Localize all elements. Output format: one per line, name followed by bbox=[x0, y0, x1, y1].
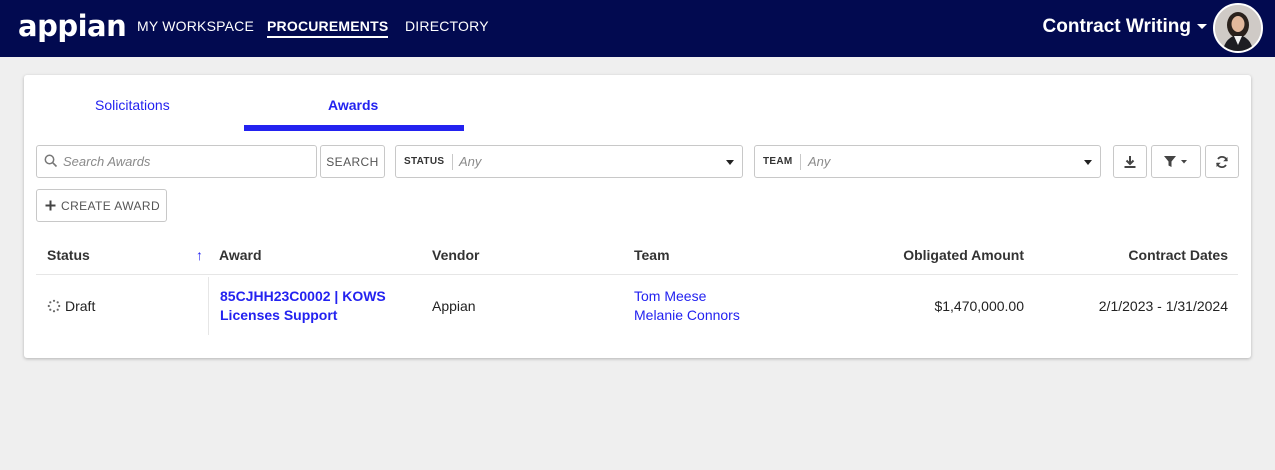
search-placeholder: Search Awards bbox=[63, 154, 151, 169]
column-header-status[interactable]: Status bbox=[47, 247, 90, 263]
column-header-team[interactable]: Team bbox=[634, 247, 670, 263]
header-divider bbox=[36, 274, 1238, 275]
top-nav-bar: appian MY WORKSPACE PROCUREMENTS DIRECTO… bbox=[0, 0, 1275, 57]
nav-directory[interactable]: DIRECTORY bbox=[405, 18, 489, 34]
status-value: Draft bbox=[65, 298, 96, 314]
tab-solicitations[interactable]: Solicitations bbox=[95, 97, 170, 113]
site-name-label: Contract Writing bbox=[1042, 16, 1191, 37]
plus-icon bbox=[45, 200, 56, 211]
nav-procurements[interactable]: PROCUREMENTS bbox=[267, 18, 389, 38]
awards-card: Solicitations Awards Search Awards SEARC… bbox=[24, 75, 1251, 358]
refresh-icon bbox=[1216, 155, 1228, 168]
team-member-link[interactable]: Melanie Connors bbox=[634, 307, 740, 323]
team-member-link[interactable]: Tom Meese bbox=[634, 288, 740, 304]
draft-status-icon bbox=[47, 299, 61, 313]
divider bbox=[452, 154, 453, 170]
chevron-down-icon bbox=[1084, 160, 1092, 165]
column-divider bbox=[208, 277, 209, 335]
user-avatar[interactable] bbox=[1213, 3, 1263, 53]
award-link[interactable]: 85CJHH23C0002 | KOWS Licenses Support bbox=[220, 288, 386, 323]
team-cell: Tom Meese Melanie Connors bbox=[634, 288, 740, 323]
refresh-button[interactable] bbox=[1205, 145, 1239, 178]
column-header-obligated-amount[interactable]: Obligated Amount bbox=[824, 247, 1024, 263]
filter-icon bbox=[1164, 155, 1187, 167]
team-filter-dropdown[interactable]: TEAM Any bbox=[754, 145, 1101, 178]
search-icon bbox=[44, 154, 58, 173]
active-tab-indicator bbox=[244, 125, 464, 131]
column-header-award[interactable]: Award bbox=[219, 247, 262, 263]
nav-my-workspace[interactable]: MY WORKSPACE bbox=[137, 18, 254, 34]
appian-logo[interactable]: appian bbox=[18, 9, 127, 43]
contract-dates-cell: 2/1/2023 - 1/31/2024 bbox=[1098, 298, 1228, 314]
search-button[interactable]: SEARCH bbox=[320, 145, 385, 178]
vendor-cell: Appian bbox=[432, 298, 476, 314]
chevron-down-icon bbox=[726, 160, 734, 165]
sort-ascending-icon[interactable]: ↑ bbox=[196, 247, 203, 263]
search-input[interactable]: Search Awards bbox=[36, 145, 317, 178]
caret-down-icon bbox=[1197, 24, 1207, 30]
team-filter-value: Any bbox=[808, 154, 831, 169]
tab-awards[interactable]: Awards bbox=[328, 97, 378, 113]
filter-menu-button[interactable] bbox=[1151, 145, 1201, 178]
download-button[interactable] bbox=[1113, 145, 1147, 178]
column-header-vendor[interactable]: Vendor bbox=[432, 247, 479, 263]
team-filter-label: TEAM bbox=[763, 156, 793, 167]
site-switcher[interactable]: Contract Writing bbox=[1043, 16, 1207, 38]
column-header-contract-dates[interactable]: Contract Dates bbox=[1028, 247, 1228, 263]
obligated-amount-cell: $1,470,000.00 bbox=[934, 298, 1024, 314]
create-award-button[interactable]: CREATE AWARD bbox=[36, 189, 167, 222]
divider bbox=[800, 154, 801, 170]
status-filter-dropdown[interactable]: STATUS Any bbox=[395, 145, 743, 178]
award-link-line-1[interactable]: 85CJHH23C0002 | KOWS bbox=[220, 288, 386, 304]
status-cell: Draft bbox=[47, 298, 95, 314]
award-link-line-2[interactable]: Licenses Support bbox=[220, 307, 386, 323]
download-icon bbox=[1124, 155, 1136, 168]
status-filter-value: Any bbox=[459, 154, 482, 169]
status-filter-label: STATUS bbox=[404, 156, 445, 167]
create-award-label: CREATE AWARD bbox=[61, 198, 161, 213]
